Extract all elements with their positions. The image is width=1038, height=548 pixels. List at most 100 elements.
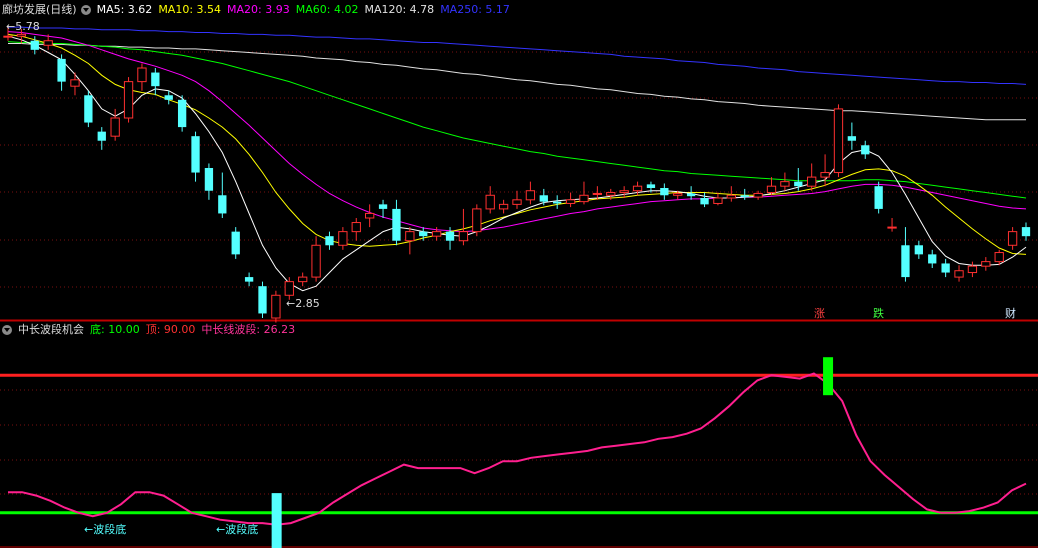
main-panel-title[interactable]: 廊坊发展(日线) — [2, 2, 77, 18]
ma-line-ma250 — [8, 26, 1027, 85]
candle-body — [606, 192, 616, 196]
candle-body — [485, 194, 495, 210]
candle-body — [914, 245, 923, 255]
candle-body — [525, 190, 536, 201]
sub-panel-header: 中长波段机会 底: 10.00 顶: 90.00 中长线波段: 26.23 — [2, 322, 301, 338]
stock-chart[interactable] — [0, 0, 1038, 548]
candle-body — [311, 244, 321, 278]
candle-body — [1021, 227, 1031, 237]
candle-body — [700, 198, 709, 205]
cai-marker[interactable]: 财 — [1005, 305, 1016, 321]
die-marker[interactable]: 跌 — [873, 305, 884, 321]
candle-body — [1007, 231, 1018, 246]
candle-body — [579, 194, 589, 203]
candle-body — [378, 204, 388, 209]
candle-body — [619, 190, 629, 194]
candle-body — [646, 184, 656, 188]
ma-line-ma120 — [8, 43, 1026, 121]
ma20-value: MA20: 3.93 — [227, 3, 290, 16]
ma5-value: MA5: 3.62 — [96, 3, 153, 16]
main-panel-header: 廊坊发展(日线) MA5: 3.62 MA10: 3.54 MA20: 3.93… — [2, 2, 516, 18]
candle-body — [218, 195, 227, 214]
wave-bottom-annotation: ←波段底 — [84, 523, 127, 536]
candle-body — [298, 276, 308, 283]
candle-body — [57, 58, 66, 82]
top-level-value: 顶: 90.00 — [145, 323, 196, 336]
candle-body — [392, 208, 401, 241]
candle-body — [191, 136, 200, 173]
candle-body — [405, 231, 415, 242]
candle-body — [807, 176, 817, 187]
candle-body — [177, 99, 187, 128]
candle-body — [431, 231, 442, 237]
ma120-value: MA120: 4.78 — [364, 3, 435, 16]
candle-body — [632, 185, 643, 192]
candle-body — [472, 208, 482, 233]
candle-body — [753, 192, 763, 198]
candle-body — [16, 33, 27, 37]
high-price-label: ←5.78 — [6, 20, 40, 33]
zhang-marker[interactable]: 涨 — [814, 305, 825, 321]
candle-body — [458, 231, 469, 242]
candle-body — [967, 265, 978, 274]
wave-line — [8, 372, 1027, 526]
candle-body — [820, 172, 830, 178]
candle-body — [137, 67, 147, 83]
candle-body — [901, 245, 910, 278]
candle-body — [512, 199, 522, 205]
candle-body — [954, 270, 964, 278]
candle-body — [325, 236, 334, 246]
candle-body — [3, 35, 13, 38]
candle-body — [204, 168, 214, 191]
high-price-value: 5.78 — [15, 20, 40, 33]
candle-body — [565, 199, 576, 204]
candle-body — [847, 136, 857, 141]
candle-body — [740, 195, 749, 198]
candle-body — [110, 117, 120, 137]
ma60-value: MA60: 4.02 — [295, 3, 359, 16]
candle-body — [686, 193, 696, 197]
candle-body — [419, 231, 428, 237]
candle-body — [123, 81, 134, 119]
candle-body — [70, 79, 80, 87]
sub-panel-title[interactable]: 中长波段机会 — [18, 322, 84, 338]
candle-body — [941, 263, 950, 273]
candle-body — [164, 95, 173, 100]
low-price-value: 2.85 — [295, 297, 320, 310]
candle-body — [84, 95, 93, 123]
candle-body — [338, 231, 348, 246]
candle-body — [351, 222, 361, 233]
candle-body — [43, 40, 53, 46]
candle-body — [284, 281, 294, 296]
candle-body — [874, 186, 883, 209]
ma10-value: MA10: 3.54 — [158, 3, 222, 16]
candle-body — [794, 181, 803, 187]
ma250-value: MA250: 5.17 — [440, 3, 510, 16]
ma-line-ma60 — [7, 41, 1027, 199]
candle-body — [887, 226, 897, 229]
ma-line-ma10 — [7, 33, 1027, 255]
candle-body — [539, 195, 548, 202]
candle-body — [231, 231, 240, 255]
candle-body — [713, 197, 723, 204]
candle-body — [994, 252, 1004, 263]
candle-body — [592, 192, 603, 195]
candle-body — [833, 108, 844, 174]
candle-body — [673, 192, 683, 196]
candle-body — [861, 145, 870, 155]
dropdown-icon[interactable] — [2, 325, 12, 335]
candle-body — [726, 194, 736, 199]
top-signal-bar — [823, 357, 834, 396]
dropdown-icon[interactable] — [80, 5, 91, 15]
candle-body — [498, 203, 509, 210]
candle-body — [30, 40, 39, 50]
candle-body — [271, 294, 281, 319]
candle-body — [97, 131, 106, 141]
candle-body — [660, 188, 669, 196]
candle-body — [981, 261, 991, 267]
wave-value: 中长线波段: 26.23 — [201, 323, 296, 336]
wave-bottom-annotation: ←波段底 — [216, 523, 259, 536]
candle-body — [780, 181, 790, 187]
candle-body — [553, 201, 562, 204]
candle-body — [258, 286, 267, 314]
